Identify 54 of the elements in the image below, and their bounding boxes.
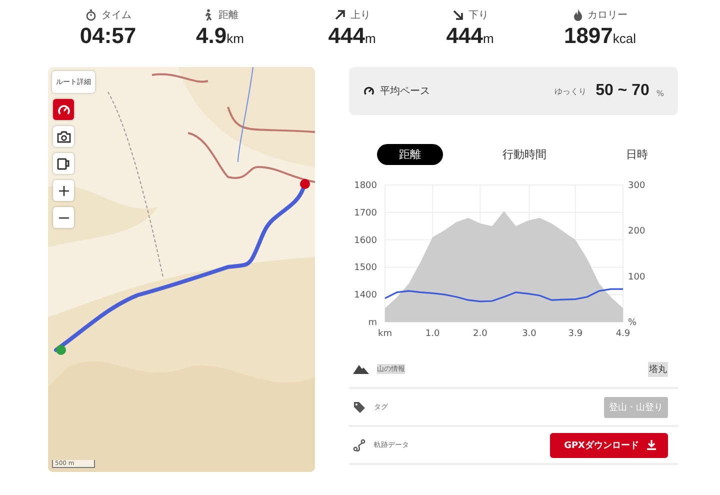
pace-unit: %: [656, 89, 664, 98]
chart-tab[interactable]: 日時: [606, 144, 668, 165]
stopwatch-icon: [84, 9, 96, 21]
pace-speed: ゆっくり: [554, 86, 587, 96]
x-axis-label: 2.0: [473, 329, 488, 339]
gauge-icon: [56, 104, 70, 116]
map-tool-button[interactable]: [53, 153, 74, 174]
stat-label: 下り: [468, 9, 488, 22]
camera-icon: [56, 130, 70, 142]
download-icon: [647, 440, 656, 450]
stat-value: 04:57: [80, 25, 136, 47]
pace-range: 50 ~ 70: [596, 82, 650, 100]
stat-label: 距離: [218, 9, 238, 22]
chart-tab[interactable]: 距離: [377, 144, 443, 165]
cup-icon: [57, 158, 70, 170]
y-axis-label: %: [628, 318, 637, 328]
mountain-icon: [353, 364, 369, 374]
y-axis-label: 300: [628, 181, 646, 191]
flame-icon: [572, 9, 582, 21]
arrow-down-right-icon: [452, 9, 464, 21]
y-axis-label: 1400: [354, 290, 377, 301]
stat-value: 4.9km: [196, 25, 244, 47]
map-tool-button[interactable]: [53, 126, 74, 147]
arrow-up-right-icon: [334, 9, 346, 21]
stat-value: 444m: [446, 25, 494, 47]
y-axis-label: 1700: [354, 208, 377, 218]
y-axis-label: 100: [628, 272, 646, 282]
y-axis-label: 1600: [354, 236, 377, 246]
map-tool-button[interactable]: [53, 207, 74, 228]
minus-icon: [58, 216, 70, 218]
stat-value: 1897kcal: [564, 25, 636, 47]
map-tool-button[interactable]: [53, 180, 74, 201]
mountain-name[interactable]: 塔丸: [648, 362, 668, 376]
stat-value: 444m: [328, 25, 376, 47]
pace-label: 平均ペース: [380, 85, 431, 98]
gpx-download-button[interactable]: GPXダウンロード: [550, 432, 668, 458]
plus-icon: [58, 184, 70, 196]
stat-label: 上り: [350, 8, 370, 22]
x-axis-label: 1.0: [425, 329, 440, 339]
x-axis-label: 3.9: [568, 329, 583, 339]
tag-icon: [353, 401, 366, 413]
map-tool-button[interactable]: [53, 99, 74, 120]
x-axis-label: 3.0: [522, 329, 536, 339]
gauge-icon: [363, 86, 375, 96]
stat-label: カロリー: [588, 9, 628, 22]
route-icon: [353, 438, 366, 452]
y-axis-label: m: [368, 318, 377, 328]
y-axis-label: 1800: [354, 181, 377, 191]
x-axis-label: km: [378, 329, 392, 339]
y-axis-label: 1500: [354, 263, 377, 274]
stat-label: タイム: [102, 9, 132, 22]
x-axis-label: 4.9: [616, 329, 630, 339]
chart-tab[interactable]: 行動時間: [482, 144, 566, 165]
y-axis-label: 200: [628, 226, 646, 237]
